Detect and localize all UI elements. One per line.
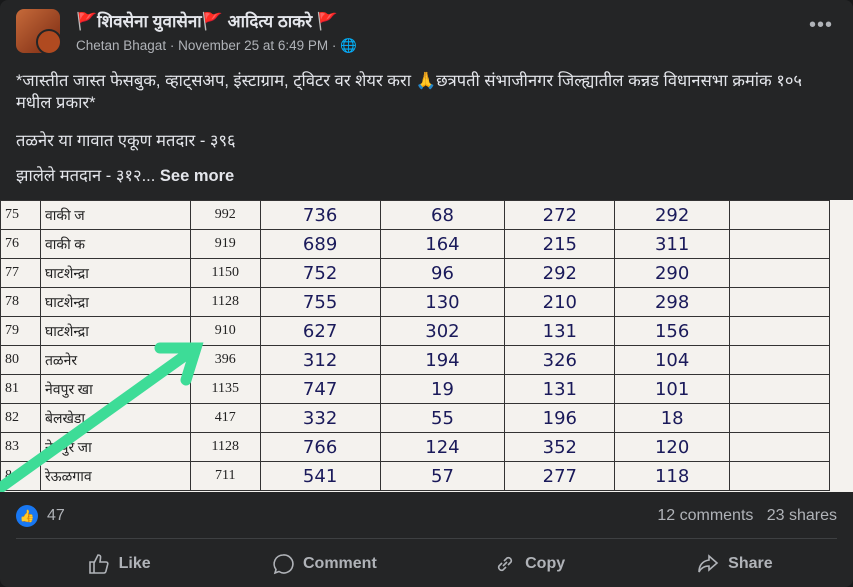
share-icon <box>698 554 719 573</box>
shares-count[interactable]: 23 shares <box>767 507 837 524</box>
page-title[interactable]: 🚩शिवसेना युवासेना🚩 आदित्य ठाकरे 🚩 <box>76 9 338 32</box>
share-label: Share <box>728 555 773 572</box>
divider <box>16 538 837 539</box>
comment-icon <box>273 554 294 575</box>
post-text-truncated: झालेले मतदान - ३१२... <box>16 167 156 185</box>
share-button[interactable]: Share <box>632 545 837 583</box>
post-text-line1: *जास्तीत जास्त फेसबुक, व्हाट्सअप, इंस्टा… <box>16 72 802 112</box>
post-meta: Chetan Bhagat · November 25 at 6:49 PM ·… <box>76 38 357 53</box>
copy-button[interactable]: Copy <box>427 545 632 583</box>
like-label: Like <box>118 555 151 572</box>
like-button[interactable]: Like <box>16 545 221 583</box>
copy-label: Copy <box>525 555 566 572</box>
globe-icon: 🌐 <box>340 38 357 53</box>
thumbs-up-icon <box>88 554 109 574</box>
reaction-count[interactable]: 47 <box>47 507 65 525</box>
more-options-button[interactable]: ••• <box>809 14 833 37</box>
post-stats: 👍 47 12 comments 23 shares <box>16 505 837 529</box>
like-reaction-icon[interactable]: 👍 <box>16 505 38 527</box>
post-text-line2: तळनेर या गावात एकूण मतदार - ३९६ <box>16 132 236 150</box>
post-card: 🚩शिवसेना युवासेना🚩 आदित्य ठाकरे 🚩 Chetan… <box>0 0 853 587</box>
post-text-line3: झालेले मतदान - ३१२... See more <box>16 165 836 187</box>
comment-label: Comment <box>302 555 377 572</box>
comment-button[interactable]: Comment <box>221 545 426 583</box>
see-more-link[interactable]: See more <box>160 167 234 185</box>
link-icon <box>498 556 513 572</box>
post-time[interactable]: November 25 at 6:49 PM <box>178 38 328 53</box>
author-avatar[interactable] <box>36 29 62 55</box>
author-name[interactable]: Chetan Bhagat <box>76 38 166 53</box>
green-arrow <box>0 342 204 492</box>
post-photo[interactable]: 75 वाकी ज 992 736 68 272 292 76 वाकी क 919 689 164 2… <box>0 200 853 492</box>
action-bar: Like Comment Copy Share <box>16 545 837 583</box>
comments-count[interactable]: 12 comments <box>657 507 753 524</box>
